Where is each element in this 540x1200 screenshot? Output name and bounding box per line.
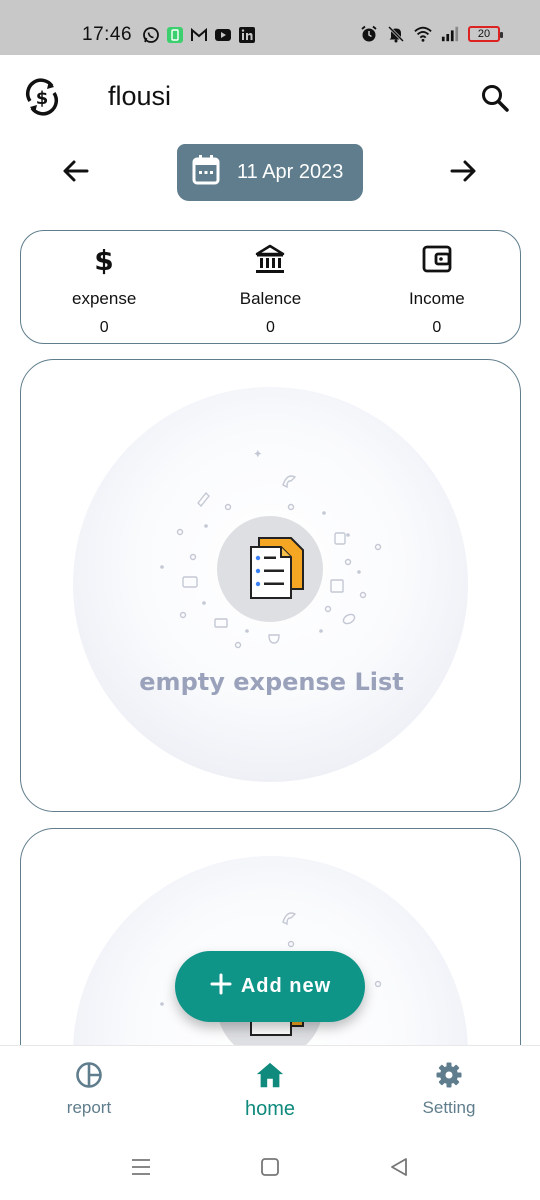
summary-card: $ expense 0 Balence 0 Income 0 bbox=[20, 230, 521, 344]
recent-apps-icon[interactable] bbox=[128, 1154, 154, 1180]
bank-icon bbox=[254, 243, 286, 275]
status-bar: 17:46 20 bbox=[0, 0, 540, 55]
dollar-icon: $ bbox=[88, 243, 120, 275]
nav-item-setting[interactable]: Setting bbox=[389, 1060, 509, 1118]
date-navigator: 11 Apr 2023 bbox=[0, 140, 540, 210]
add-new-label: Add new bbox=[240, 975, 332, 997]
empty-list-message: empty expense List bbox=[139, 668, 404, 696]
nav-label-home: home bbox=[244, 1098, 296, 1120]
back-triangle-icon[interactable] bbox=[386, 1154, 412, 1180]
home-square-icon[interactable] bbox=[257, 1154, 283, 1180]
income-value: 0 bbox=[432, 319, 442, 336]
gear-icon bbox=[434, 1060, 464, 1090]
linkedin-icon bbox=[238, 26, 256, 44]
battery-icon: 20 bbox=[468, 26, 503, 42]
nav-label-setting: Setting bbox=[422, 1098, 476, 1117]
plus-icon bbox=[209, 972, 233, 1001]
mute-icon bbox=[387, 25, 405, 43]
expense-label: expense bbox=[72, 289, 137, 308]
nav-item-report[interactable]: report bbox=[29, 1060, 149, 1118]
system-status-icons: 20 bbox=[360, 25, 503, 43]
notification-icons bbox=[142, 26, 256, 44]
empty-illustration-graphic bbox=[160, 450, 382, 649]
balance-label: Balence bbox=[239, 289, 302, 308]
expense-value: 0 bbox=[99, 319, 109, 336]
summary-expense: $ expense 0 bbox=[21, 231, 187, 343]
add-new-button[interactable]: Add new bbox=[175, 951, 365, 1022]
empty-illustration bbox=[73, 387, 468, 782]
status-time: 17:46 bbox=[82, 24, 133, 45]
home-icon bbox=[255, 1060, 285, 1090]
battery-level: 20 bbox=[477, 28, 491, 40]
bottom-navigation: report home Setting bbox=[0, 1045, 540, 1140]
document-list-icon bbox=[250, 537, 304, 599]
nav-label-report: report bbox=[66, 1098, 112, 1117]
svg-text:$: $ bbox=[36, 88, 49, 109]
date-picker-button[interactable]: 11 Apr 2023 bbox=[177, 144, 363, 201]
signal-icon bbox=[441, 25, 459, 43]
arrow-right-icon[interactable] bbox=[446, 154, 480, 188]
whatsapp-icon bbox=[142, 26, 160, 44]
app-title: flousi bbox=[108, 81, 172, 111]
wallet-icon bbox=[421, 243, 453, 275]
calendar-icon bbox=[191, 154, 221, 191]
expense-list-card: empty expense List bbox=[20, 359, 521, 812]
arrow-left-icon[interactable] bbox=[59, 154, 93, 188]
youtube-icon bbox=[214, 26, 232, 44]
svg-text:$: $ bbox=[94, 244, 113, 275]
alarm-icon bbox=[360, 25, 378, 43]
balance-value: 0 bbox=[266, 319, 275, 336]
wifi-icon bbox=[414, 25, 432, 43]
summary-income: Income 0 bbox=[354, 231, 520, 343]
search-icon[interactable] bbox=[478, 81, 512, 115]
gmail-icon bbox=[190, 26, 208, 44]
pie-chart-icon bbox=[74, 1060, 104, 1090]
system-navigation-bar bbox=[0, 1140, 540, 1200]
currency-sync-icon: $ bbox=[22, 77, 62, 117]
battery-saver-icon bbox=[166, 26, 184, 44]
income-label: Income bbox=[408, 289, 465, 308]
summary-balance: Balence 0 bbox=[187, 231, 353, 343]
selected-date: 11 Apr 2023 bbox=[237, 161, 344, 183]
app-bar: $ flousi bbox=[0, 55, 540, 140]
nav-item-home[interactable]: home bbox=[210, 1060, 330, 1121]
